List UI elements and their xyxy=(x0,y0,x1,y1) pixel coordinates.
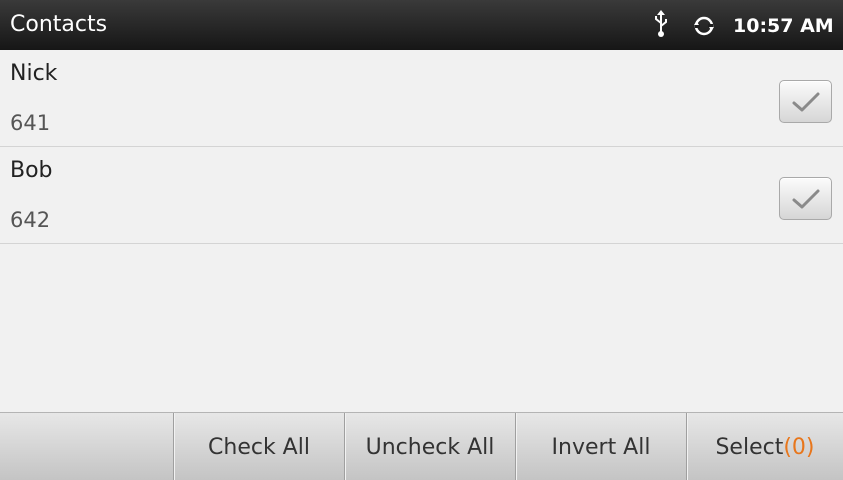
checkmark-icon xyxy=(792,189,820,209)
sync-icon xyxy=(693,15,715,37)
list-item[interactable]: Bob 642 xyxy=(0,147,843,244)
contact-name: Bob xyxy=(10,158,53,183)
app-title: Contacts xyxy=(10,12,108,37)
contact-checkbox[interactable] xyxy=(779,80,832,123)
contact-number: 641 xyxy=(10,111,51,135)
uncheck-all-button[interactable]: Uncheck All xyxy=(344,413,515,480)
select-label: Select xyxy=(715,434,784,460)
checkmark-icon xyxy=(792,92,820,112)
invert-all-button[interactable]: Invert All xyxy=(515,413,686,480)
select-count: (0) xyxy=(783,434,815,460)
list-item[interactable]: Nick 641 xyxy=(0,50,843,147)
contact-checkbox[interactable] xyxy=(779,177,832,220)
status-bar: Contacts 10:57 AM xyxy=(0,0,843,50)
select-button[interactable]: Select (0) xyxy=(686,413,843,480)
clock: 10:57 AM xyxy=(733,15,834,37)
contact-list: Nick 641 Bob 642 xyxy=(0,50,843,244)
contact-number: 642 xyxy=(10,208,51,232)
empty-toolbar-slot xyxy=(0,413,173,480)
usb-icon xyxy=(651,10,671,38)
check-all-button[interactable]: Check All xyxy=(173,413,344,480)
contact-name: Nick xyxy=(10,61,58,86)
bottom-toolbar: Check All Uncheck All Invert All Select(… xyxy=(0,412,843,480)
